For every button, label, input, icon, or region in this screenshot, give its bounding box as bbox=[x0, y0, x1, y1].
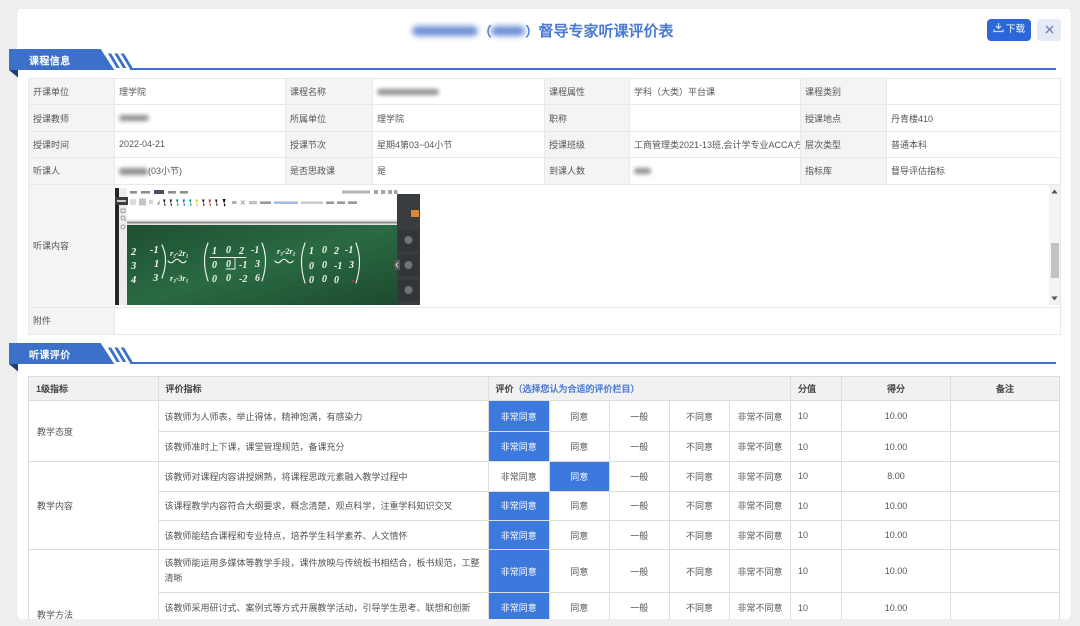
svg-text:听课评价: 听课评价 bbox=[29, 349, 71, 362]
svg-text:0: 0 bbox=[226, 245, 231, 256]
svg-text:0: 0 bbox=[322, 274, 327, 285]
svg-text:-1: -1 bbox=[150, 245, 159, 256]
svg-text:-2: -2 bbox=[239, 274, 247, 285]
svg-text:0: 0 bbox=[322, 245, 327, 256]
svg-text:课程信息: 课程信息 bbox=[29, 54, 71, 67]
svg-text:0: 0 bbox=[309, 261, 314, 272]
svg-text:1: 1 bbox=[212, 246, 217, 257]
svg-text:0: 0 bbox=[212, 260, 217, 271]
svg-text:0: 0 bbox=[226, 259, 231, 270]
svg-text:2: 2 bbox=[238, 246, 244, 257]
svg-text:-1: -1 bbox=[334, 261, 342, 272]
svg-text:0: 0 bbox=[226, 273, 231, 284]
svg-text:6: 6 bbox=[255, 273, 260, 284]
svg-text:3: 3 bbox=[254, 259, 260, 270]
svg-text:2: 2 bbox=[130, 247, 137, 258]
svg-text:2: 2 bbox=[333, 246, 339, 257]
svg-text:0: 0 bbox=[322, 260, 327, 271]
svg-text:0: 0 bbox=[334, 275, 339, 286]
svg-text:-1: -1 bbox=[345, 245, 353, 256]
svg-text:0: 0 bbox=[212, 274, 217, 285]
svg-text:1: 1 bbox=[309, 246, 314, 257]
svg-text:-1: -1 bbox=[251, 245, 259, 256]
svg-text:3: 3 bbox=[348, 260, 354, 271]
svg-text:4: 4 bbox=[130, 275, 136, 286]
svg-text:3: 3 bbox=[130, 261, 136, 272]
svg-text:-1: -1 bbox=[239, 260, 247, 271]
svg-text:0: 0 bbox=[309, 275, 314, 286]
svg-text:3: 3 bbox=[152, 273, 158, 284]
svg-text:1: 1 bbox=[154, 259, 159, 270]
